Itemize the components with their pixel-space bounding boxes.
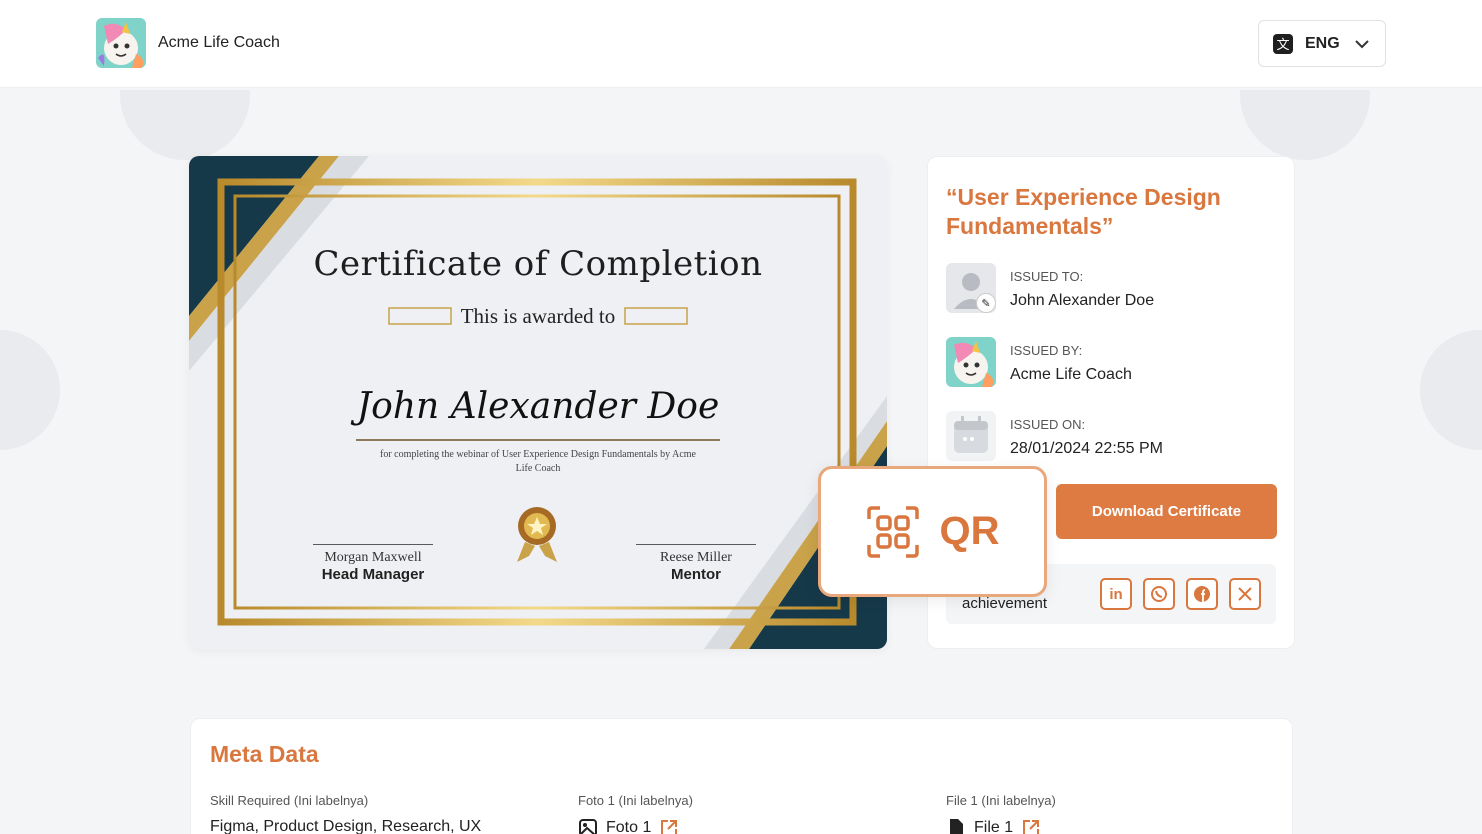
background-circle: [0, 330, 60, 450]
download-certificate-button[interactable]: Download Certificate: [1056, 484, 1277, 539]
linkedin-icon[interactable]: in: [1100, 578, 1132, 610]
signature-role: Head Manager: [321, 566, 425, 583]
meta-data-title: Meta Data: [210, 741, 319, 767]
certificate-description: for completing the webinar of User Exper…: [379, 449, 696, 474]
translate-icon: 文: [1273, 33, 1293, 54]
issued-to-value: John Alexander Doe: [1010, 292, 1155, 309]
facebook-icon[interactable]: [1186, 578, 1218, 610]
unicorn-logo-icon: [946, 337, 996, 387]
certificate-awarded-text: This is awarded to: [460, 304, 616, 328]
whatsapp-icon[interactable]: [1143, 578, 1175, 610]
background-circle: [1240, 90, 1370, 160]
issued-by-row: ISSUED BY: Acme Life Coach: [946, 337, 1132, 387]
issued-on-value: 28/01/2024 22:55 PM: [1010, 440, 1164, 457]
signature-right: Reese Miller Mentor: [636, 544, 756, 583]
course-title: “User Experience Design Fundamentals”: [946, 184, 1221, 239]
chevron-down-icon: [1355, 39, 1369, 48]
x-icon[interactable]: [1229, 578, 1261, 610]
issued-to-row: ✎ ISSUED TO: John Alexander Doe: [946, 263, 1154, 313]
meta-field-value: Figma, Product Design, Research, UX: [210, 818, 482, 834]
header: Acme Life Coach 文 ENG: [0, 0, 1482, 88]
background-circle: [1420, 330, 1482, 450]
share-text: achievement: [962, 595, 1048, 612]
qr-code-icon: [866, 505, 919, 558]
certificate-title: Certificate of Completion: [313, 244, 763, 284]
external-link-icon[interactable]: [1021, 818, 1041, 834]
meta-data-section: Meta Data Skill Required (Ini labelnya) …: [190, 718, 1293, 834]
brand-name: Acme Life Coach: [158, 34, 280, 51]
meta-field-label: File 1 (Ini labelnya): [946, 793, 1056, 808]
meta-field-label: Skill Required (Ini labelnya): [210, 793, 369, 808]
meta-field-value: File 1: [974, 819, 1014, 834]
calendar-icon: [946, 411, 996, 461]
signature-name: Morgan Maxwell: [324, 550, 422, 565]
recipient-underline: [356, 439, 720, 441]
signature-name: Reese Miller: [660, 550, 732, 565]
unicorn-logo-icon: [96, 18, 146, 68]
language-selector[interactable]: 文 ENG: [1258, 20, 1386, 67]
issued-on-row: ISSUED ON: 28/01/2024 22:55 PM: [946, 411, 1163, 461]
signature-line: [636, 544, 756, 545]
meta-field-value: Foto 1: [606, 819, 652, 834]
issued-to-label: ISSUED TO:: [1010, 269, 1084, 284]
qr-label: QR: [939, 509, 1000, 553]
meta-field-foto: Foto 1 (Ini labelnya) Foto 1: [578, 793, 693, 834]
certificate-preview: Certificate of Completion This is awarde…: [189, 156, 887, 649]
signature-line: [313, 544, 433, 545]
issued-by-label: ISSUED BY:: [1010, 343, 1083, 358]
signature-left: Morgan Maxwell Head Manager: [313, 544, 433, 583]
meta-field-file: File 1 (Ini labelnya) File 1: [946, 793, 1056, 834]
certificate-recipient: John Alexander Doe: [356, 386, 720, 427]
edit-icon[interactable]: ✎: [976, 293, 996, 313]
background-circle: [120, 90, 250, 160]
external-link-icon[interactable]: [659, 818, 679, 834]
brand[interactable]: Acme Life Coach: [96, 18, 280, 68]
avatar[interactable]: ✎: [946, 263, 996, 313]
issued-by-value: Acme Life Coach: [1010, 366, 1132, 383]
language-label: ENG: [1305, 34, 1340, 52]
meta-field-skill: Skill Required (Ini labelnya) Figma, Pro…: [210, 793, 481, 834]
signature-role: Mentor: [671, 566, 721, 583]
image-icon: [579, 819, 597, 834]
file-icon: [950, 819, 963, 834]
qr-button[interactable]: QR: [818, 466, 1047, 597]
issued-on-label: ISSUED ON:: [1010, 417, 1086, 432]
meta-field-label: Foto 1 (Ini labelnya): [578, 793, 693, 808]
